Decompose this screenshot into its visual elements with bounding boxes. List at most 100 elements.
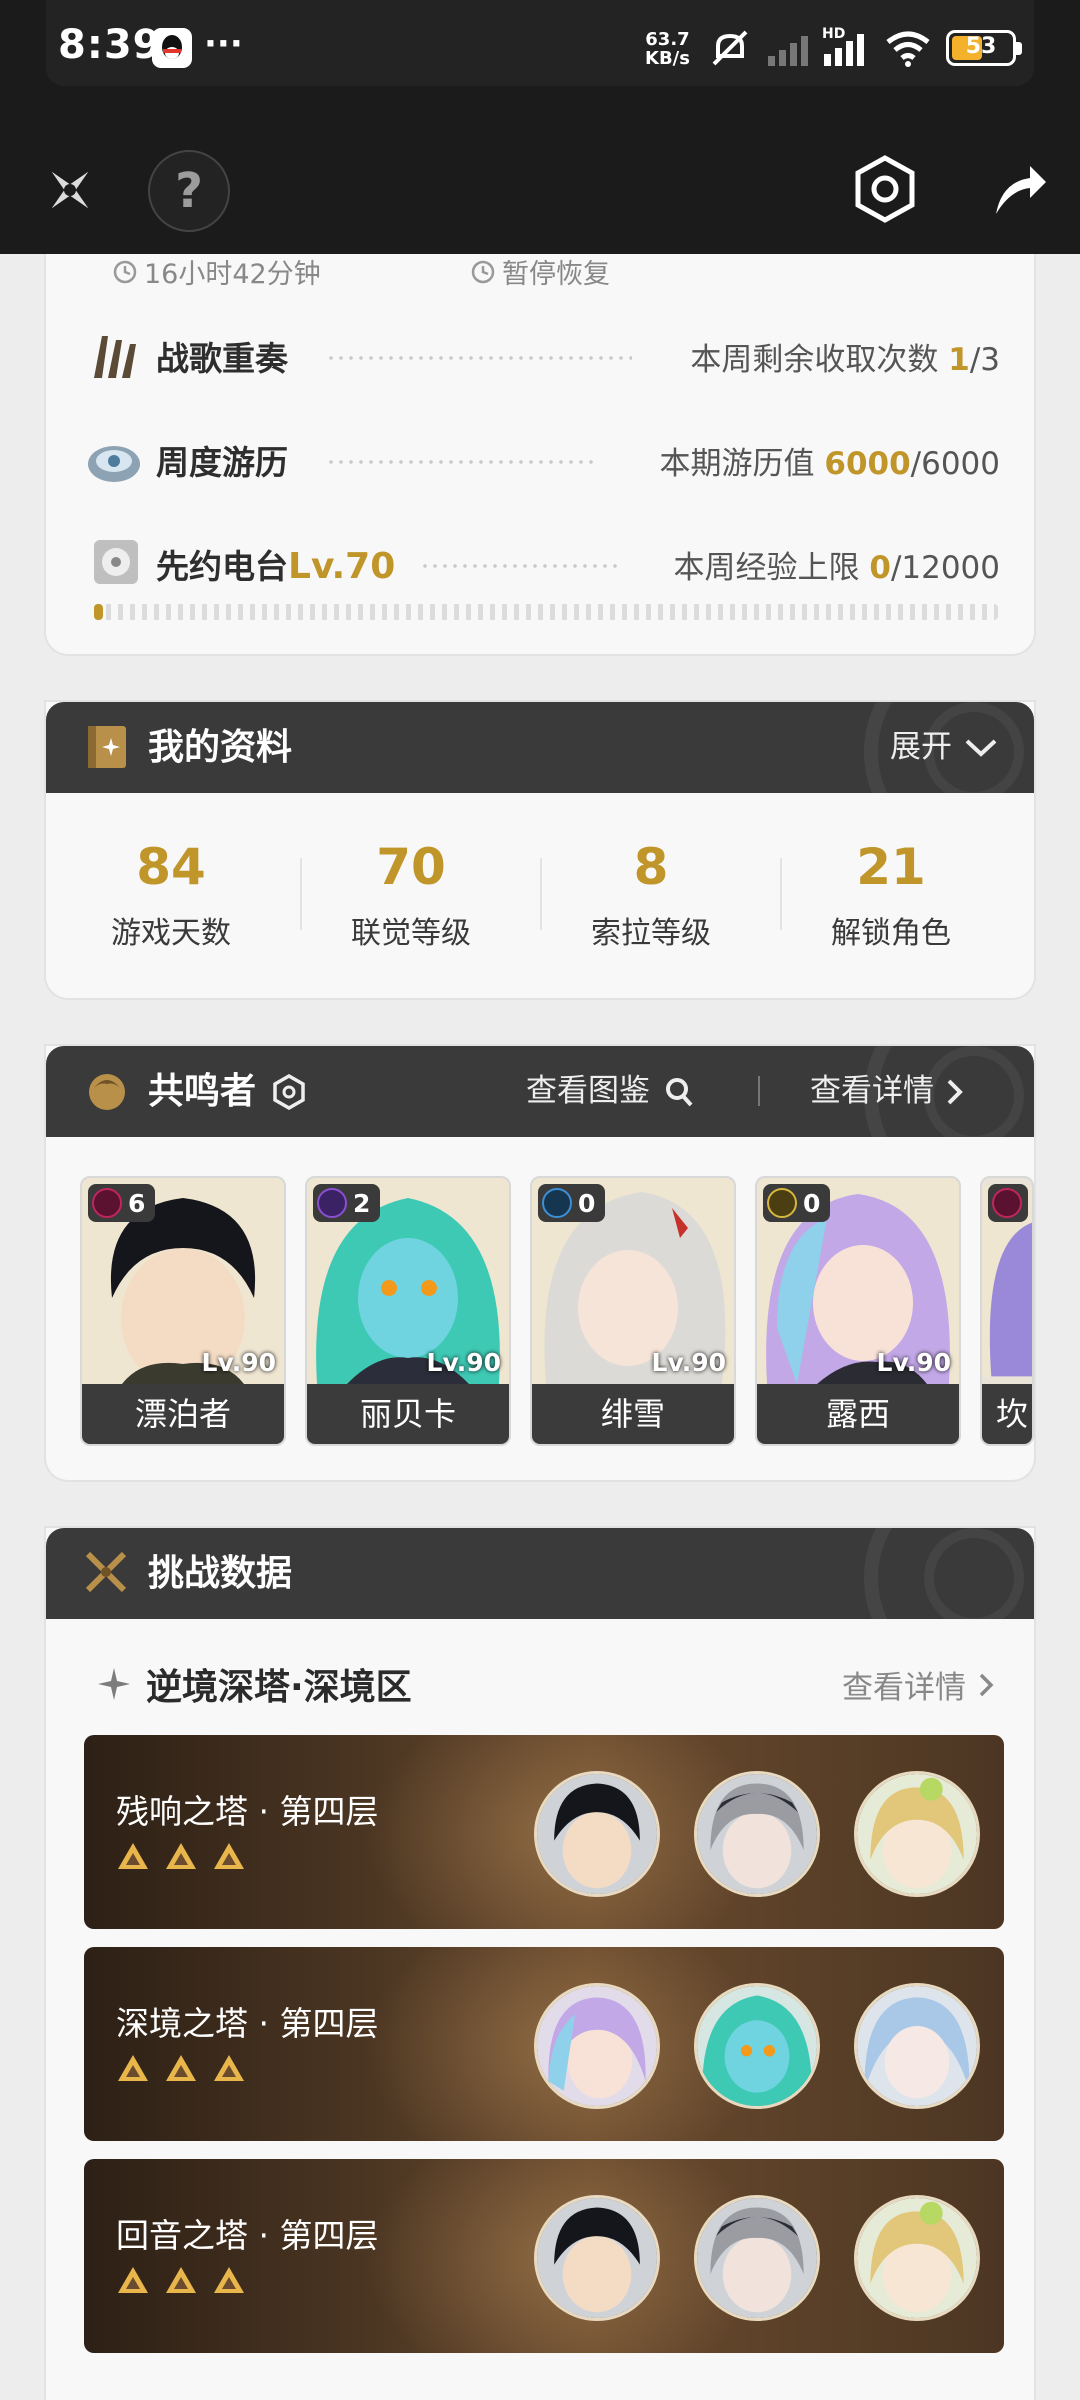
chain-badge	[988, 1184, 1028, 1222]
abyss-title: 逆境深塔·深境区	[146, 1667, 412, 1708]
profile-card: 我的资料 展开 84 游戏天数 70 联觉等级 8 索拉等级 21 解锁角色	[46, 702, 1034, 998]
character-card[interactable]: 2 Lv.90 丽贝卡	[305, 1176, 511, 1446]
character-level: Lv.90	[876, 1348, 951, 1377]
tower-name: 回音之塔 · 第四层	[116, 2216, 379, 2255]
character-level: Lv.90	[426, 1348, 501, 1377]
character-card[interactable]: 0 Lv.90 露西	[755, 1176, 961, 1446]
profile-book-icon	[88, 726, 126, 768]
team-avatar	[694, 1983, 820, 2109]
chevron-right-icon	[979, 1673, 994, 1696]
radio-progress-bar	[94, 604, 998, 620]
tower-stars	[116, 1841, 246, 1871]
mute-bell-icon	[712, 30, 748, 66]
tower-row[interactable]: 回音之塔 · 第四层	[84, 2159, 1004, 2353]
tower-name: 残响之塔 · 第四层	[116, 1792, 379, 1831]
stat-characters-value: 21	[856, 838, 926, 896]
havoc-element-icon	[992, 1188, 1022, 1218]
character-card[interactable]: 0 Lv.90 绯雪	[530, 1176, 736, 1446]
character-name: 绯雪	[532, 1384, 734, 1444]
tower-row[interactable]: 深境之塔 · 第四层	[84, 1947, 1004, 2141]
sparkle-icon	[98, 1668, 130, 1700]
character-name: 丽贝卡	[307, 1384, 509, 1444]
stat-sola-label: 索拉等级	[591, 916, 711, 951]
more-notifications-icon: ···	[204, 24, 243, 64]
qq-notification-icon	[152, 28, 192, 68]
settings-button[interactable]	[852, 154, 918, 224]
star-icon	[214, 2267, 244, 2293]
stat-sola-value: 8	[633, 838, 669, 896]
supply-timer: 暂停恢复	[470, 252, 610, 291]
close-button[interactable]	[40, 160, 100, 220]
tower-stars	[116, 2053, 246, 2083]
resonator-icon	[89, 1074, 125, 1110]
chain-badge: 2	[313, 1184, 381, 1222]
star-icon	[118, 2267, 148, 2293]
character-name: 漂泊者	[82, 1384, 284, 1444]
tower-row[interactable]: 残响之塔 · 第四层	[84, 1735, 1004, 1929]
crossed-swords-icon	[85, 1551, 127, 1593]
chevron-right-icon	[947, 1079, 963, 1104]
star-icon	[214, 2055, 244, 2081]
stat-days-value: 84	[136, 838, 206, 896]
weekly-travel-icon	[86, 434, 142, 490]
weekly-travel-value: 本期游历值 6000/6000	[659, 446, 1000, 482]
net-speed: 63.7 KB/s	[645, 29, 690, 69]
share-button[interactable]	[988, 160, 1048, 220]
signal-strong-icon	[824, 34, 864, 66]
tower-name: 深境之塔 · 第四层	[116, 2004, 379, 2043]
star-icon	[166, 1843, 196, 1869]
search-icon	[666, 1077, 693, 1106]
star-icon	[214, 1843, 244, 1869]
character-level: Lv.90	[651, 1348, 726, 1377]
war-song-label: 战歌重奏	[156, 339, 288, 378]
character-card[interactable]: 坎	[980, 1176, 1034, 1446]
team-avatar	[534, 1771, 660, 1897]
view-catalog-button[interactable]: 查看图鉴	[526, 1046, 694, 1137]
team-avatar	[854, 2195, 980, 2321]
radio-label: 先约电台Lv.70	[156, 546, 396, 587]
stat-characters-label: 解锁角色	[831, 916, 951, 951]
team-avatar	[694, 1771, 820, 1897]
team-avatar	[694, 2195, 820, 2321]
chain-badge: 0	[538, 1184, 606, 1222]
character-name: 坎	[982, 1384, 1032, 1444]
electro-element-icon	[317, 1188, 347, 1218]
settings-hex-icon[interactable]	[272, 1073, 306, 1110]
chain-badge: 6	[88, 1184, 156, 1222]
team-avatar	[854, 1771, 980, 1897]
chain-badge: 0	[763, 1184, 831, 1222]
character-level: Lv.90	[201, 1348, 276, 1377]
challenge-details-button[interactable]: 查看详情	[842, 1662, 994, 1707]
clock-icon	[471, 260, 495, 283]
spectro-element-icon	[767, 1188, 797, 1218]
clock-icon	[113, 260, 137, 283]
stat-days-label: 游戏天数	[111, 916, 231, 951]
star-icon	[166, 2055, 196, 2081]
expand-button[interactable]: 展开	[890, 702, 998, 793]
tower-stars	[116, 2265, 246, 2295]
challenge-title: 挑战数据	[148, 1553, 293, 1594]
stat-synesthesia-label: 联觉等级	[351, 916, 471, 951]
war-song-value: 本周剩余收取次数 1/3	[690, 342, 1000, 378]
stamina-timer: 16小时42分钟	[112, 252, 321, 291]
star-icon	[166, 2267, 196, 2293]
team-avatar	[534, 2195, 660, 2321]
weekly-travel-label: 周度游历	[156, 443, 288, 482]
help-button[interactable]: ?	[148, 150, 230, 232]
view-resonator-details-button[interactable]: 查看详情	[810, 1046, 964, 1137]
resonators-title: 共鸣者	[148, 1046, 306, 1137]
radio-icon	[90, 536, 146, 592]
star-icon	[118, 1843, 148, 1869]
profile-title: 我的资料	[148, 727, 293, 768]
top-toolbar: 8:39 ··· 63.7 KB/s HD 53 ?	[0, 0, 1080, 254]
team-avatar	[534, 1983, 660, 2109]
character-name: 露西	[757, 1384, 959, 1444]
glacio-element-icon	[542, 1188, 572, 1218]
chevron-down-icon	[965, 739, 997, 757]
havoc-element-icon	[92, 1188, 122, 1218]
character-card[interactable]: 6 Lv.90 漂泊者	[80, 1176, 286, 1446]
star-icon	[118, 2055, 148, 2081]
team-avatar	[854, 1983, 980, 2109]
war-song-icon	[86, 328, 142, 384]
status-time: 8:39	[58, 22, 162, 68]
